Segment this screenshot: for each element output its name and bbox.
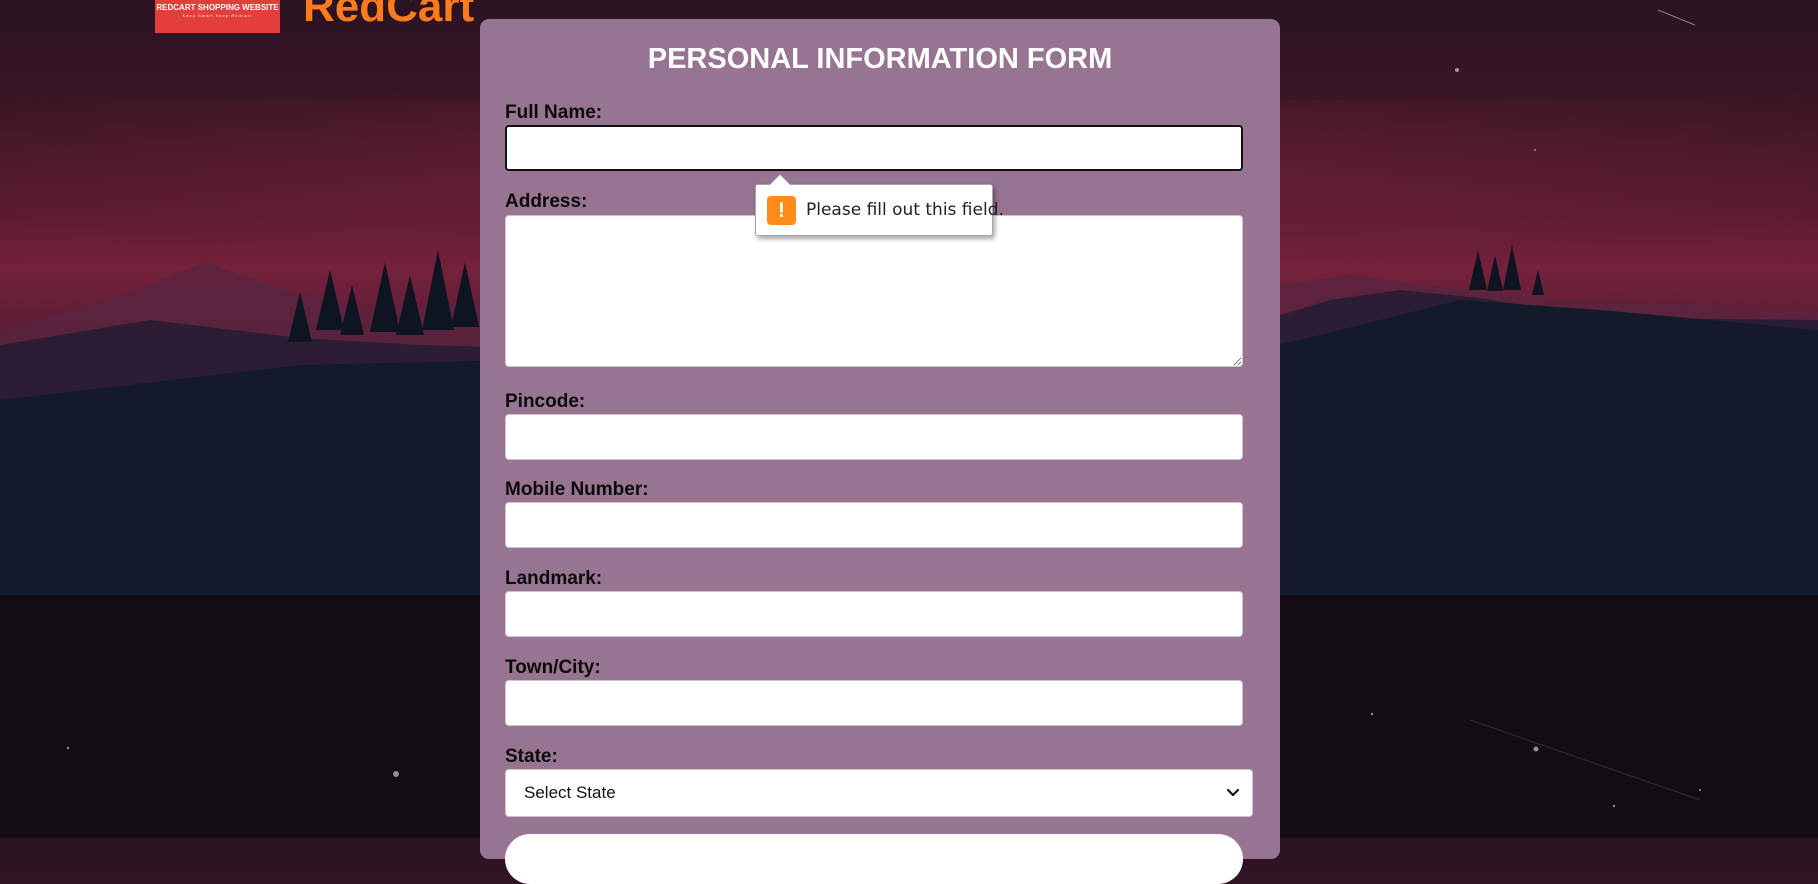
landmark-input[interactable]	[505, 591, 1243, 637]
brand-name[interactable]: RedCart	[303, 0, 474, 32]
landmark-label: Landmark:	[505, 568, 603, 589]
address-label: Address:	[505, 191, 588, 212]
town-city-label: Town/City:	[505, 657, 601, 678]
chevron-down-icon	[1226, 788, 1240, 797]
full-name-input[interactable]	[505, 125, 1243, 171]
state-select[interactable]: Select State	[505, 769, 1253, 817]
state-label: State:	[505, 746, 558, 767]
submit-button[interactable]	[505, 834, 1243, 884]
logo[interactable]: REDCART SHOPPING WEBSITE Keep Smart Keep…	[155, 0, 280, 33]
pincode-input[interactable]	[505, 414, 1243, 460]
full-name-label: Full Name:	[505, 102, 603, 123]
warning-icon: !	[767, 196, 796, 225]
address-textarea[interactable]	[505, 215, 1243, 367]
mobile-number-label: Mobile Number:	[505, 479, 649, 500]
town-city-input[interactable]	[505, 680, 1243, 726]
mobile-number-input[interactable]	[505, 502, 1243, 548]
personal-info-form: PERSONAL INFORMATION FORM Full Name: Add…	[480, 19, 1280, 884]
logo-tagline: Keep Smart Keep Redcart	[182, 13, 253, 18]
state-select-value: Select State	[524, 783, 616, 802]
logo-text: REDCART SHOPPING WEBSITE	[156, 3, 279, 12]
validation-tooltip: ! Please fill out this field.	[755, 174, 1004, 236]
tooltip-arrow	[769, 174, 791, 185]
validation-message: Please fill out this field.	[806, 200, 1004, 220]
pincode-label: Pincode:	[505, 391, 586, 412]
form-title: PERSONAL INFORMATION FORM	[647, 43, 1113, 75]
